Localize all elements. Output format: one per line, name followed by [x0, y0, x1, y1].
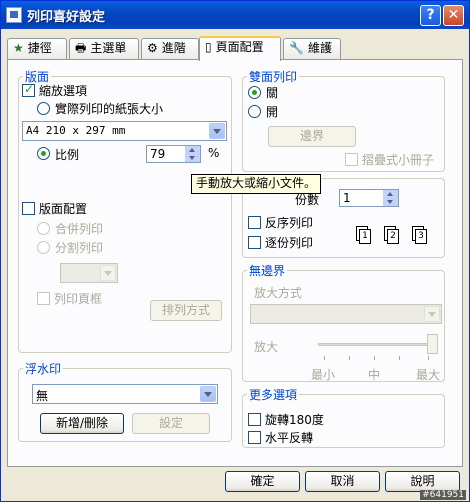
- tab-advanced[interactable]: ⚙ 進階: [141, 38, 199, 59]
- close-button[interactable]: ✕: [443, 5, 464, 26]
- duplex-legend: 雙面列印: [249, 70, 298, 84]
- duplex-off-radio[interactable]: [248, 86, 261, 99]
- cancel-button[interactable]: 取消: [305, 471, 380, 492]
- tab-shortcut[interactable]: ★ 捷徑: [7, 38, 67, 59]
- enlarge-method-label: 放大方式: [254, 286, 303, 300]
- collated-pages-icon-2: 2: [384, 226, 400, 244]
- star-icon: ★: [13, 41, 24, 55]
- tooltip: 手動放大或縮小文件。: [191, 174, 322, 194]
- ok-button[interactable]: 確定: [225, 471, 300, 492]
- enlarge-slider-track[interactable]: [318, 343, 436, 346]
- scale-label: 比例: [55, 148, 80, 162]
- split-count-select[interactable]: [60, 263, 118, 283]
- scale-stepper[interactable]: 79: [146, 145, 201, 163]
- printer-app-icon: [6, 7, 22, 23]
- borderless-legend: 無邊界: [249, 264, 286, 278]
- rotate-180-checkbox[interactable]: [248, 413, 261, 426]
- booklet-checkbox[interactable]: [345, 153, 358, 166]
- slider-max-label: 最大: [416, 368, 441, 382]
- collate-checkbox[interactable]: [248, 236, 261, 249]
- chevron-down-icon: [100, 265, 116, 281]
- scale-radio[interactable]: [37, 147, 50, 160]
- more-options-legend: 更多選項: [249, 388, 298, 402]
- add-delete-watermark-button[interactable]: 新增/刪除: [40, 413, 124, 434]
- chevron-down-icon: [209, 123, 225, 139]
- wrench-icon: 🔧: [289, 41, 304, 55]
- watermark-select[interactable]: 無: [32, 384, 218, 404]
- paper-size-select[interactable]: A4 210 x 297 mm: [22, 121, 227, 141]
- watermark-settings-button[interactable]: 設定: [132, 413, 210, 434]
- zoom-option-label: 縮放選項: [39, 84, 88, 98]
- watermark-legend: 浮水印: [25, 362, 62, 376]
- slider-mid-label: 中: [368, 368, 381, 382]
- chevron-down-icon: [424, 306, 440, 322]
- image-watermark: #641951: [420, 490, 466, 500]
- reverse-order-label: 反序列印: [265, 216, 314, 230]
- slider-tick: [324, 356, 325, 360]
- rotate-180-label: 旋轉180度: [265, 413, 324, 427]
- combine-print-label: 合併列印: [55, 222, 104, 236]
- stepper-arrows-icon[interactable]: [185, 146, 200, 162]
- enlarge-slider-thumb[interactable]: [427, 334, 438, 354]
- actual-size-label: 實際列印的紙張大小: [55, 102, 164, 116]
- collated-pages-icon-3: 3: [412, 226, 428, 244]
- tab-main[interactable]: 🖶 主選單: [69, 38, 139, 59]
- collate-label: 逐份列印: [265, 236, 314, 250]
- margin-button[interactable]: 邊界: [268, 126, 356, 147]
- combine-print-radio[interactable]: [37, 222, 50, 235]
- enlarge-method-select[interactable]: [250, 304, 442, 324]
- slider-tick: [428, 356, 429, 360]
- chevron-down-icon: [200, 386, 216, 402]
- collated-pages-icon: 1: [356, 226, 372, 244]
- enlarge-label: 放大: [254, 340, 279, 354]
- help-title-button[interactable]: ?: [420, 5, 441, 26]
- title-bar[interactable]: 列印喜好設定 ? ✕: [1, 1, 469, 29]
- mirror-checkbox[interactable]: [248, 431, 261, 444]
- zoom-option-checkbox[interactable]: [22, 82, 35, 97]
- slider-tick: [399, 356, 400, 360]
- duplex-on-label: 開: [266, 105, 279, 119]
- slider-tick: [349, 356, 350, 360]
- reverse-order-checkbox[interactable]: [248, 216, 261, 229]
- window-title: 列印喜好設定: [27, 10, 106, 25]
- stepper-arrows-icon[interactable]: [383, 190, 398, 206]
- tab-panel: 版面 縮放選項 實際列印的紙張大小 A4 210 x 297 mm 比例 79 …: [7, 59, 463, 467]
- split-print-label: 分割列印: [55, 241, 104, 255]
- scale-unit: %: [208, 146, 220, 160]
- copies-stepper[interactable]: 1: [339, 189, 399, 207]
- slider-min-label: 最小: [311, 368, 336, 382]
- duplex-on-radio[interactable]: [248, 105, 261, 118]
- duplex-off-label: 關: [266, 86, 279, 100]
- split-print-radio[interactable]: [37, 241, 50, 254]
- page-layout-label: 版面配置: [39, 202, 88, 216]
- gear-icon: ⚙: [147, 41, 158, 55]
- print-frame-checkbox[interactable]: [37, 292, 50, 305]
- help-button[interactable]: 說明: [385, 471, 460, 492]
- tab-maintenance[interactable]: 🔧 維護: [283, 38, 341, 59]
- actual-size-radio[interactable]: [37, 102, 50, 115]
- arrange-button[interactable]: 排列方式: [150, 300, 222, 321]
- page-icon: ▯: [205, 40, 212, 54]
- printer-icon: 🖶: [75, 41, 87, 55]
- print-frame-label: 列印頁框: [54, 292, 103, 306]
- tab-page-layout[interactable]: ▯ 頁面配置: [199, 36, 281, 61]
- booklet-label: 摺疊式小冊子: [362, 153, 435, 167]
- page-layout-checkbox[interactable]: [22, 202, 35, 215]
- print-preferences-window: 列印喜好設定 ? ✕ ★捷徑 🖶主選單 ⚙進階 ▯頁面配置 🔧維護 版面 縮放選…: [0, 0, 470, 502]
- slider-tick: [374, 356, 375, 360]
- mirror-label: 水平反轉: [265, 431, 314, 445]
